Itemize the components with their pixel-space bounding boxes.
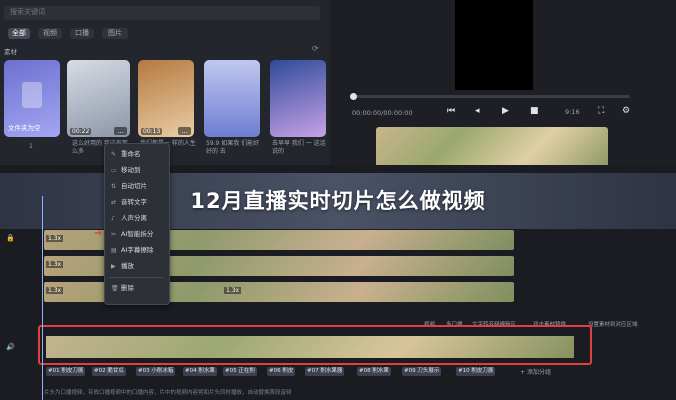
play-icon[interactable]: ▶ <box>502 106 509 116</box>
timeline-footer-note: 片头为口播视频，存放口播视频中的口播内容，片中的视频内容将和片头同时播放，自动替… <box>44 390 292 396</box>
clip-speed: 1.3x <box>46 287 64 294</box>
mute-icon[interactable]: 🔊 <box>6 343 15 351</box>
fullscreen-icon[interactable]: ⛶ <box>598 106 604 116</box>
segment-label[interactable]: #05 正在削 <box>223 367 257 376</box>
tab-all[interactable]: 全部 <box>8 28 30 39</box>
clip-speed: 1.3x <box>46 235 64 242</box>
menu-item-delete[interactable]: 🗑 删除 <box>111 282 134 295</box>
rename-icon: ✎ <box>111 151 117 158</box>
menu-item-play[interactable]: ▶ 播放 <box>111 260 134 273</box>
video-thumbnail[interactable] <box>204 60 260 137</box>
page-title: 12月直播实时切片怎么做视频 <box>190 189 486 213</box>
thumb-caption: 文件夹为空 <box>8 124 41 132</box>
video-thumbnail[interactable]: 00:22 ... <box>67 60 130 137</box>
menu-label: 人声分离 <box>121 214 147 222</box>
seek-handle[interactable] <box>350 93 357 100</box>
video-thumbnail[interactable]: 00:13 ... <box>138 60 194 137</box>
search-input[interactable] <box>4 6 320 20</box>
menu-item-speech-to-text[interactable]: ⇄ 音转文字 <box>111 196 147 209</box>
menu-item-rename[interactable]: ✎ 重命名 <box>111 148 141 161</box>
menu-label: 音转文字 <box>121 198 147 206</box>
more-button[interactable]: ... <box>178 127 191 135</box>
add-group-button[interactable]: + 添加分组 <box>520 367 551 376</box>
menu-label: 移动到 <box>121 166 141 174</box>
segment-label[interactable]: #10 削皮刀展 <box>456 367 496 376</box>
tab-video[interactable]: 视频 <box>38 28 62 39</box>
menu-item-ai-subtitle-erase[interactable]: ▤ AI字幕擦除 <box>111 244 153 257</box>
thumb-duration: 00:13 <box>141 128 163 135</box>
menu-label: 播放 <box>121 262 134 270</box>
music-icon: ♪ <box>111 215 115 222</box>
segment-label[interactable]: #08 削水果 <box>357 367 391 376</box>
folder-icon <box>22 82 42 108</box>
trash-icon: 🗑 <box>111 285 119 292</box>
settings-icon[interactable]: ⚙ <box>622 106 630 116</box>
refresh-icon[interactable]: ⟳ <box>312 44 319 53</box>
context-menu: ✎ 重命名 ▭ 移动到 ⇅ 自动切片 ⇄ 音转文字 ♪ 人声分离 ✂ AI智能拆分 ▤ AI字… <box>104 143 170 305</box>
menu-label: 删除 <box>121 284 134 292</box>
selection-highlight <box>38 325 592 365</box>
thumb-caption: 59.9 如果我 们能好好的 去 <box>206 140 260 155</box>
menu-label: AI智能拆分 <box>121 230 154 238</box>
thumb-duration: 00:22 <box>70 128 92 135</box>
menu-item-voice-separation[interactable]: ♪ 人声分离 <box>111 212 147 225</box>
segment-label[interactable]: #03 小削冰箱 <box>136 367 176 376</box>
more-button[interactable]: ... <box>114 127 127 135</box>
tab-image[interactable]: 图片 <box>102 28 128 39</box>
preview-clip-strip[interactable] <box>376 127 608 169</box>
clip-speed: 1.3x <box>224 287 242 294</box>
menu-divider <box>109 277 163 278</box>
segment-label[interactable]: #01 削皮刀展 <box>46 367 86 376</box>
segment-label[interactable]: #02 脆甘瓜 <box>92 367 126 376</box>
menu-label: 自动切片 <box>121 182 147 190</box>
step-back-icon[interactable]: ◂ <box>475 106 480 116</box>
timecode: 00:00:00/00:00:00 <box>352 109 413 117</box>
video-preview[interactable] <box>455 0 533 90</box>
section-label: 素材 <box>4 48 17 56</box>
menu-item-ai-split[interactable]: ✂ AI智能拆分 <box>111 228 153 241</box>
stop-icon[interactable]: ■ <box>530 106 539 116</box>
thumb-caption: 去早早 我们 一 这话说的 <box>272 140 326 155</box>
play-icon: ▶ <box>111 263 116 270</box>
move-icon: ▭ <box>111 167 117 174</box>
timeline-hint: 设置素材到对应区域 <box>588 322 638 328</box>
folder-thumbnail[interactable]: 文件夹为空 <box>4 60 60 137</box>
timeline-toolbar <box>0 165 676 173</box>
track-lock-icon[interactable]: 🔒 <box>6 234 15 242</box>
menu-item-auto-slice[interactable]: ⇅ 自动切片 <box>111 180 147 193</box>
subtitle-icon: ▤ <box>111 247 117 254</box>
slice-icon: ⇅ <box>111 183 117 190</box>
segment-label[interactable]: #04 削水果 <box>183 367 217 376</box>
add-group-label: 添加分组 <box>526 369 551 376</box>
video-thumbnail[interactable] <box>270 60 326 137</box>
playhead[interactable] <box>42 196 43 400</box>
prev-icon[interactable]: ⏮ <box>447 106 455 116</box>
segment-label[interactable]: #06 削皮 <box>267 367 296 376</box>
folder-count: 1 <box>29 143 33 150</box>
segment-label[interactable]: #07 削水果器 <box>305 367 345 376</box>
segment-label[interactable]: #09 刀头展示 <box>402 367 442 376</box>
convert-icon: ⇄ <box>111 199 117 206</box>
pointer-arrow-icon: ➜ <box>94 228 103 239</box>
tab-voiceover[interactable]: 口播 <box>70 28 94 39</box>
aspect-ratio[interactable]: 9:16 <box>565 108 580 116</box>
menu-label: 重命名 <box>121 150 141 158</box>
clip-speed: 1.3x <box>46 261 64 268</box>
scissors-icon: ✂ <box>111 231 117 238</box>
menu-item-move[interactable]: ▭ 移动到 <box>111 164 141 177</box>
menu-label: AI字幕擦除 <box>121 246 154 254</box>
seek-bar[interactable] <box>350 95 630 98</box>
